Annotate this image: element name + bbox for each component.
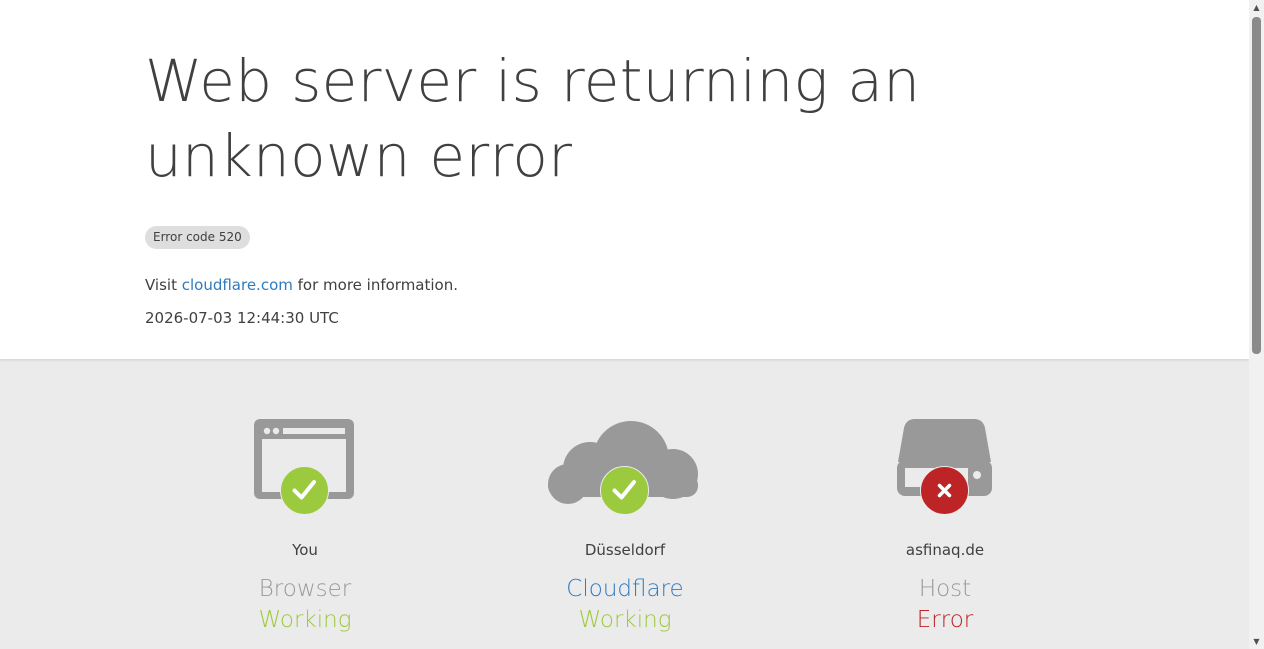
browser-status: Working	[258, 607, 352, 633]
server-icon	[897, 419, 992, 515]
scrollbar-thumb[interactable]	[1252, 17, 1261, 354]
error-x-icon	[920, 466, 969, 515]
browser-viewport: Web server is returning an unknown error…	[0, 0, 1264, 649]
check-icon	[600, 466, 649, 515]
browser-icon	[254, 419, 354, 515]
status-host: asfinaq.de Host Error	[825, 359, 1065, 649]
host-name: Host	[918, 576, 972, 602]
host-status: Error	[916, 607, 974, 633]
page-title: Web server is returning an unknown error	[145, 47, 921, 190]
scroll-down-arrow-icon[interactable]: ▼	[1249, 634, 1264, 649]
visit-suffix: for more information.	[292, 276, 458, 294]
cloudflare-status-icon	[505, 414, 745, 519]
browser-name: Browser	[258, 576, 352, 602]
error-page: Web server is returning an unknown error…	[0, 0, 1249, 649]
more-info-text: Visit cloudflare.com for more informatio…	[145, 275, 458, 295]
cloudflare-location: Düsseldorf	[584, 541, 666, 559]
host-location: asfinaq.de	[905, 541, 985, 559]
check-icon	[280, 466, 329, 515]
status-panel: You Browser Working Düsseldorf Cloudflar…	[0, 359, 1249, 649]
cloud-icon	[548, 421, 698, 515]
status-cloudflare: Düsseldorf Cloudflare Working	[505, 359, 745, 649]
cloudflare-link[interactable]: cloudflare.com	[182, 276, 293, 294]
error-code-badge: Error code 520	[145, 226, 250, 249]
cloudflare-name-link[interactable]: Cloudflare	[505, 575, 745, 603]
cloudflare-status: Working	[578, 607, 672, 633]
vertical-scrollbar[interactable]: ▲ ▼	[1249, 0, 1264, 649]
error-timestamp: 2026-07-03 12:44:30 UTC	[145, 309, 339, 327]
browser-status-icon	[185, 414, 425, 519]
scroll-up-arrow-icon[interactable]: ▲	[1249, 0, 1264, 15]
status-browser: You Browser Working	[185, 359, 425, 649]
visit-prefix: Visit	[145, 276, 182, 294]
error-header: Web server is returning an unknown error…	[0, 0, 1249, 359]
host-status-icon	[825, 414, 1065, 519]
browser-location: You	[292, 541, 318, 559]
